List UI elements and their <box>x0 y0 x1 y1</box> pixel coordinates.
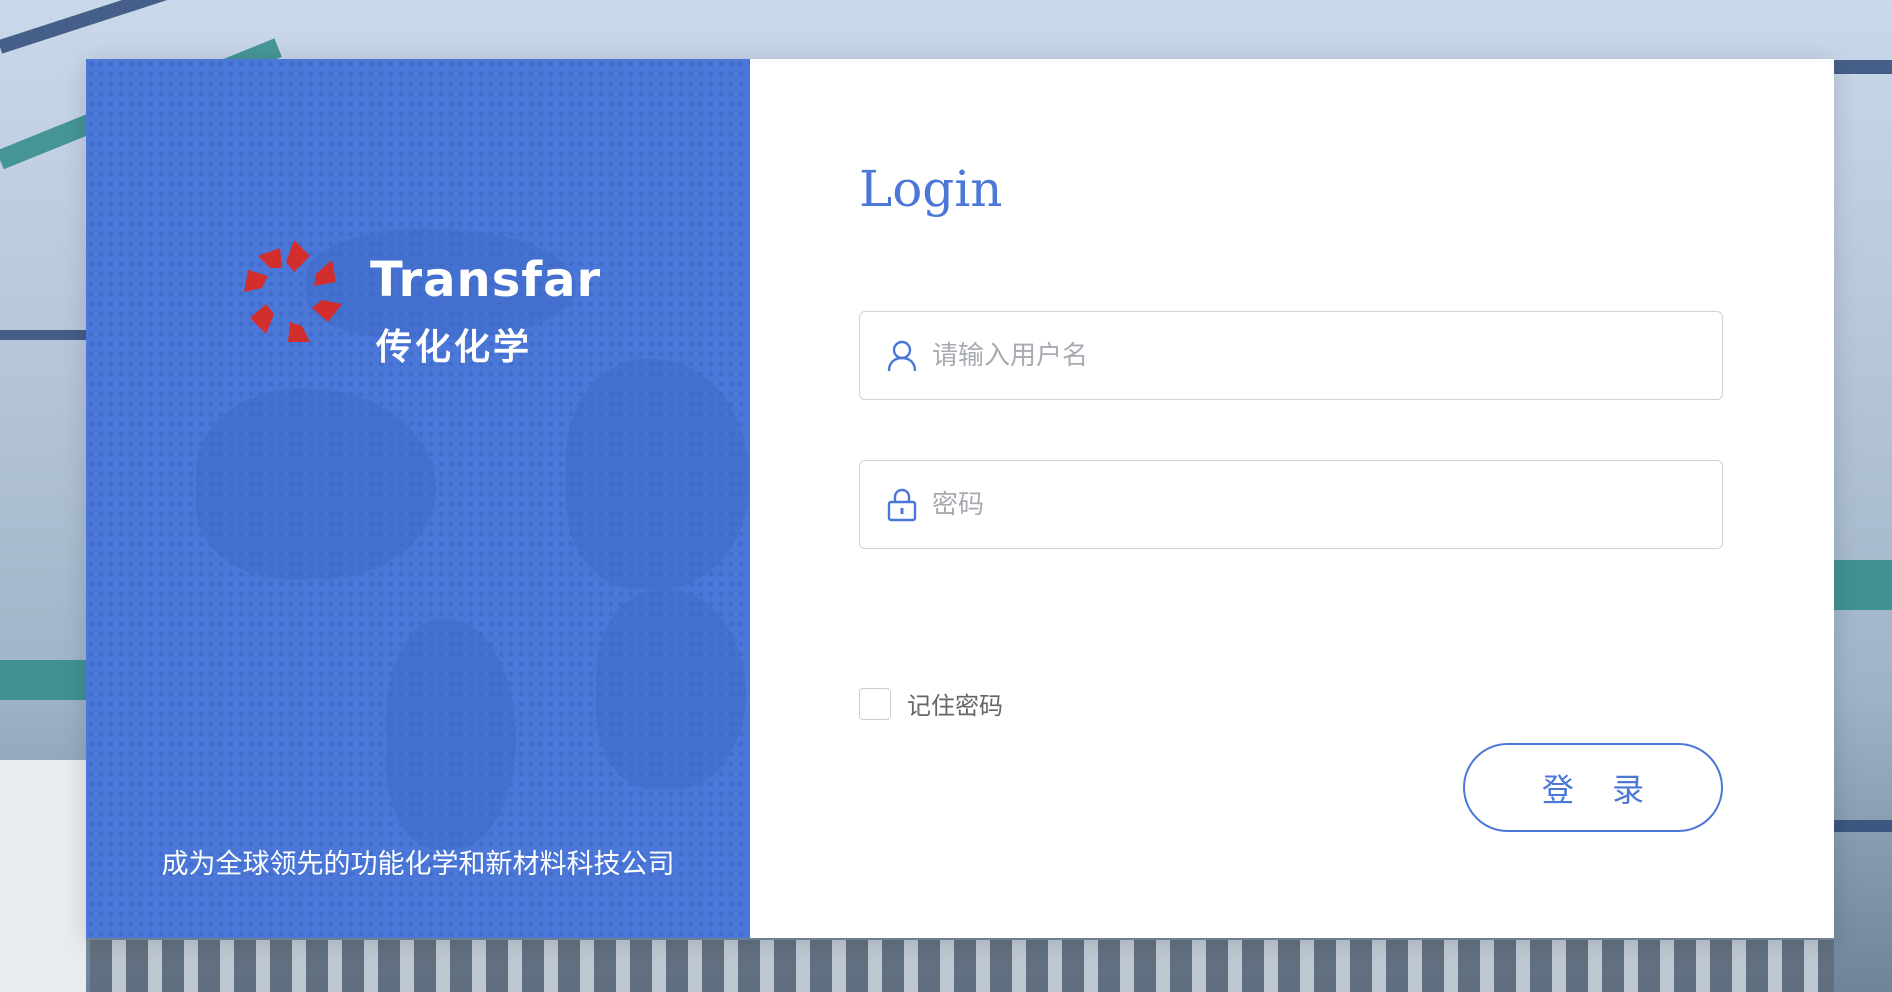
login-button[interactable]: 登 录 <box>1463 743 1723 832</box>
password-field[interactable] <box>859 460 1723 549</box>
brand-name-cn: 传化化学 <box>376 327 533 368</box>
username-input[interactable] <box>932 312 1722 399</box>
bg-beam <box>1834 60 1892 74</box>
bg-building-windows <box>90 940 1834 992</box>
bg-beam <box>1834 560 1892 610</box>
bg-beam <box>0 660 90 700</box>
brand-logo: Transfar 传化化学 <box>236 234 616 384</box>
bg-beam <box>0 0 497 54</box>
transfar-logo-icon <box>244 240 342 342</box>
remember-password[interactable]: 记住密码 <box>859 686 1003 721</box>
password-input[interactable] <box>932 461 1722 548</box>
login-card: Transfar 传化化学 成为全球领先的功能化学和新材料科技公司 Login <box>86 59 1834 938</box>
bg-building <box>0 760 86 992</box>
user-icon <box>884 338 920 374</box>
bg-beam <box>0 330 90 340</box>
brand-panel: Transfar 传化化学 成为全球领先的功能化学和新材料科技公司 <box>86 59 750 938</box>
bg-beam <box>1834 820 1892 832</box>
lock-icon <box>884 487 920 523</box>
brand-name-en: Transfar <box>370 252 602 308</box>
remember-label: 记住密码 <box>907 692 1003 720</box>
login-title: Login <box>859 160 1003 218</box>
brand-slogan: 成为全球领先的功能化学和新材料科技公司 <box>161 849 675 880</box>
username-field[interactable] <box>859 311 1723 400</box>
remember-checkbox[interactable] <box>859 687 891 720</box>
login-form-panel: Login 记住密码 登 录 <box>750 59 1834 938</box>
